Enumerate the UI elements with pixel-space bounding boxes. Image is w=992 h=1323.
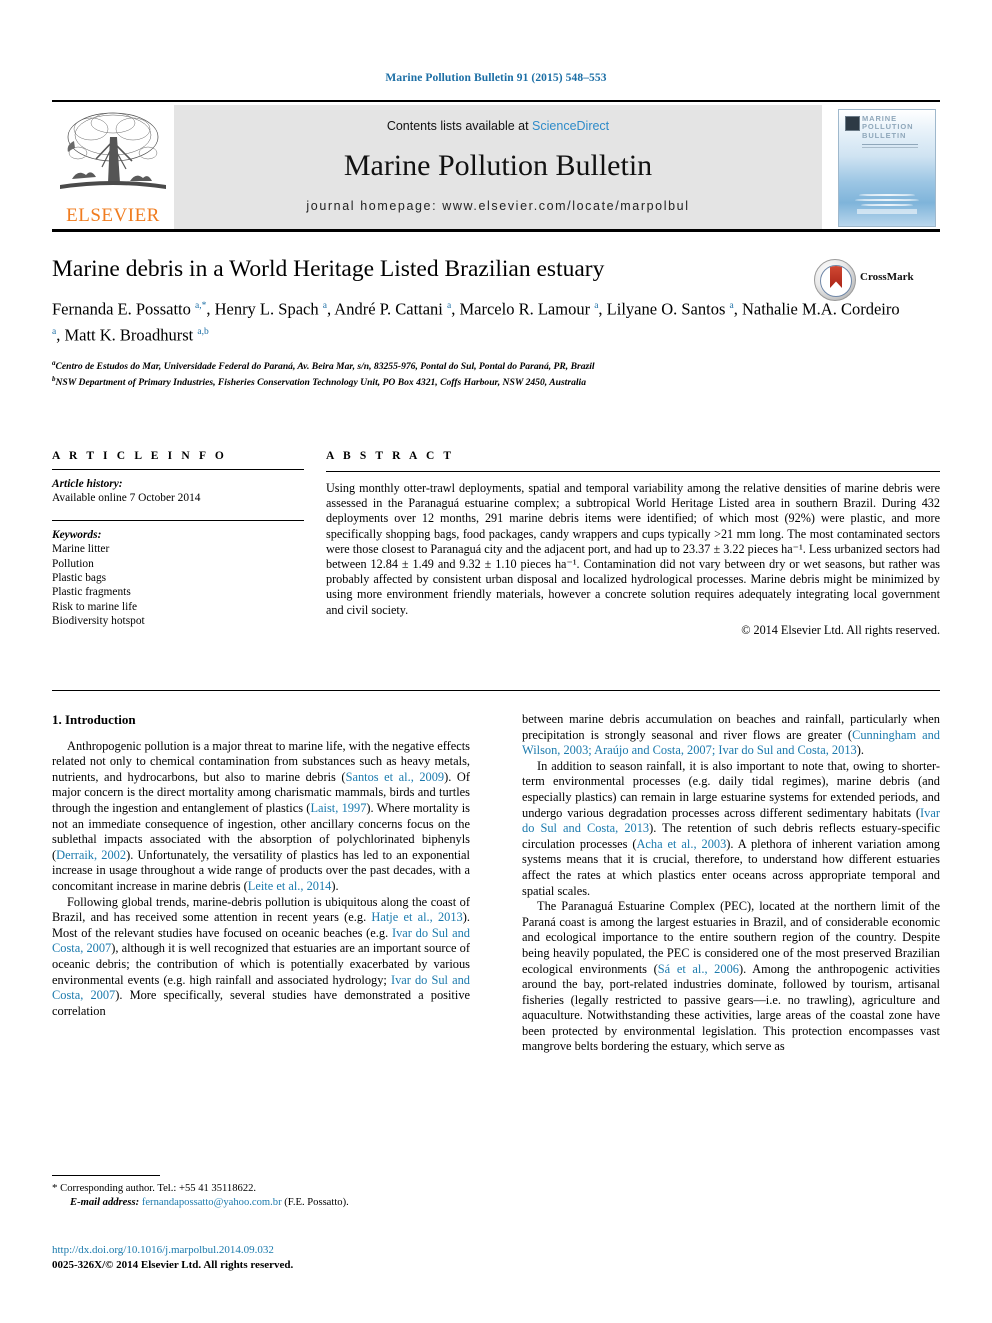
- journal-title: Marine Pollution Bulletin: [343, 149, 653, 182]
- page-title: Marine debris in a World Heritage Listed…: [52, 256, 605, 282]
- cover-divider-2: [862, 147, 918, 148]
- paragraph: Following global trends, marine-debris p…: [52, 894, 471, 1018]
- cover-divider-1: [862, 144, 918, 145]
- body-divider: [52, 690, 940, 691]
- cover-wave-1: [859, 194, 915, 196]
- corresponding-author-line: * Corresponding author. Tel.: +55 41 351…: [52, 1181, 470, 1196]
- paragraph: Anthropogenic pollution is a major threa…: [52, 738, 470, 893]
- affiliation-a-text: Centro de Estudos do Mar, Universidade F…: [55, 361, 595, 373]
- body-column-left: 1. Introduction Anthropogenic pollution …: [52, 712, 470, 1019]
- crossmark-label: CrossMark: [860, 271, 914, 283]
- sciencedirect-link[interactable]: ScienceDirect: [532, 119, 609, 133]
- paragraph: In addition to season rainfall, it is al…: [522, 758, 940, 898]
- abstract-copyright: © 2014 Elsevier Ltd. All rights reserved…: [741, 622, 940, 637]
- journal-masthead: ELSEVIER Contents lists available at Sci…: [52, 100, 940, 232]
- affiliation-a: aCentro de Estudos do Mar, Universidade …: [52, 359, 595, 373]
- crossmark-badge[interactable]: CrossMark: [808, 257, 940, 303]
- abstract-block: A B S T R A C T Using monthly otter-traw…: [326, 450, 940, 638]
- contents-prefix: Contents lists available at: [386, 119, 533, 133]
- article-info-heading: A R T I C L E I N F O: [52, 450, 227, 462]
- paragraph: The Paranaguá Estuarine Complex (PEC), l…: [522, 899, 940, 1054]
- email-owner: (F.E. Possatto).: [284, 1197, 349, 1208]
- abstract-text: Using monthly otter-trawl deployments, s…: [326, 481, 940, 617]
- cover-footer-bar: [857, 209, 917, 214]
- article-history-label: Article history:: [52, 478, 123, 490]
- article-history-value: Available online 7 October 2014: [52, 492, 201, 505]
- email-label: E-mail address:: [70, 1197, 140, 1208]
- keywords-divider: [52, 519, 304, 521]
- elsevier-tree-icon: [60, 112, 166, 189]
- email-link[interactable]: fernandapossatto@yahoo.com.br: [142, 1197, 282, 1208]
- footnote-divider: [52, 1175, 160, 1176]
- crossmark-icon-inner: [820, 265, 852, 297]
- journal-band: Contents lists available at ScienceDirec…: [174, 105, 822, 229]
- affiliation-b-text: NSW Department of Primary Industries, Fi…: [55, 377, 587, 389]
- keyword-item: Marine litter: [52, 543, 110, 556]
- doi-link[interactable]: http://dx.doi.org/10.1016/j.marpolbul.20…: [52, 1243, 482, 1258]
- section-title-introduction: 1. Introduction: [52, 712, 136, 727]
- journal-cover-thumbnail: MARINE POLLUTION BULLETIN: [832, 105, 940, 229]
- corresponding-author-text: Corresponding author. Tel.: +55 41 35118…: [60, 1183, 257, 1194]
- article-header: Marine debris in a World Heritage Listed…: [52, 255, 940, 390]
- article-info-block: A R T I C L E I N F O Article history: A…: [52, 450, 304, 629]
- cover-title-text: MARINE POLLUTION BULLETIN: [862, 114, 913, 140]
- affiliation-b: bNSW Department of Primary Industries, F…: [52, 375, 587, 389]
- cover-logo-square: [845, 116, 860, 131]
- keywords-block: Keywords: Marine litter Pollution Plasti…: [52, 528, 304, 629]
- cover-title-line-3: BULLETIN: [862, 130, 907, 140]
- keyword-item: Plastic bags: [52, 572, 107, 585]
- elsevier-logo: ELSEVIER: [52, 105, 174, 229]
- keyword-item: Plastic fragments: [52, 586, 131, 599]
- keyword-item: Biodiversity hotspot: [52, 615, 145, 628]
- abstract-heading: A B S T R A C T: [326, 450, 455, 462]
- cover-image: MARINE POLLUTION BULLETIN: [838, 109, 936, 227]
- imprint-block: http://dx.doi.org/10.1016/j.marpolbul.20…: [52, 1243, 482, 1272]
- affiliation-list: aCentro de Estudos do Mar, Universidade …: [52, 357, 940, 390]
- keyword-item: Pollution: [52, 557, 94, 570]
- body-column-right: between marine debris accumulation on be…: [522, 712, 940, 1055]
- crossmark-icon: [814, 259, 856, 301]
- running-head: Marine Pollution Bulletin 91 (2015) 548–…: [385, 72, 607, 84]
- corresponding-author-footnote: * Corresponding author. Tel.: +55 41 351…: [52, 1175, 470, 1210]
- keyword-item: Risk to marine life: [52, 600, 138, 613]
- elsevier-wordmark: ELSEVIER: [66, 205, 160, 226]
- author-list: Fernanda E. Possatto a,*, Henry L. Spach…: [52, 299, 900, 345]
- journal-homepage[interactable]: journal homepage: www.elsevier.com/locat…: [174, 199, 822, 213]
- keywords-label: Keywords:: [52, 528, 102, 541]
- issn-copyright-line: 0025-326X/© 2014 Elsevier Ltd. All right…: [52, 1258, 294, 1271]
- paper-page: Marine Pollution Bulletin 91 (2015) 548–…: [0, 0, 992, 1323]
- abstract-divider: [326, 471, 940, 472]
- cover-wave-2: [855, 199, 919, 201]
- article-info-divider: [52, 469, 304, 470]
- contents-line: Contents lists available at ScienceDirec…: [174, 119, 822, 133]
- email-line: E-mail address: fernandapossatto@yahoo.c…: [52, 1196, 470, 1210]
- paragraph: between marine debris accumulation on be…: [522, 712, 940, 758]
- crossmark-ribbon-icon: [830, 266, 842, 288]
- asterisk-icon: *: [52, 1182, 58, 1194]
- article-history: Article history: Available online 7 Octo…: [52, 477, 304, 506]
- cover-wave-3: [861, 204, 913, 206]
